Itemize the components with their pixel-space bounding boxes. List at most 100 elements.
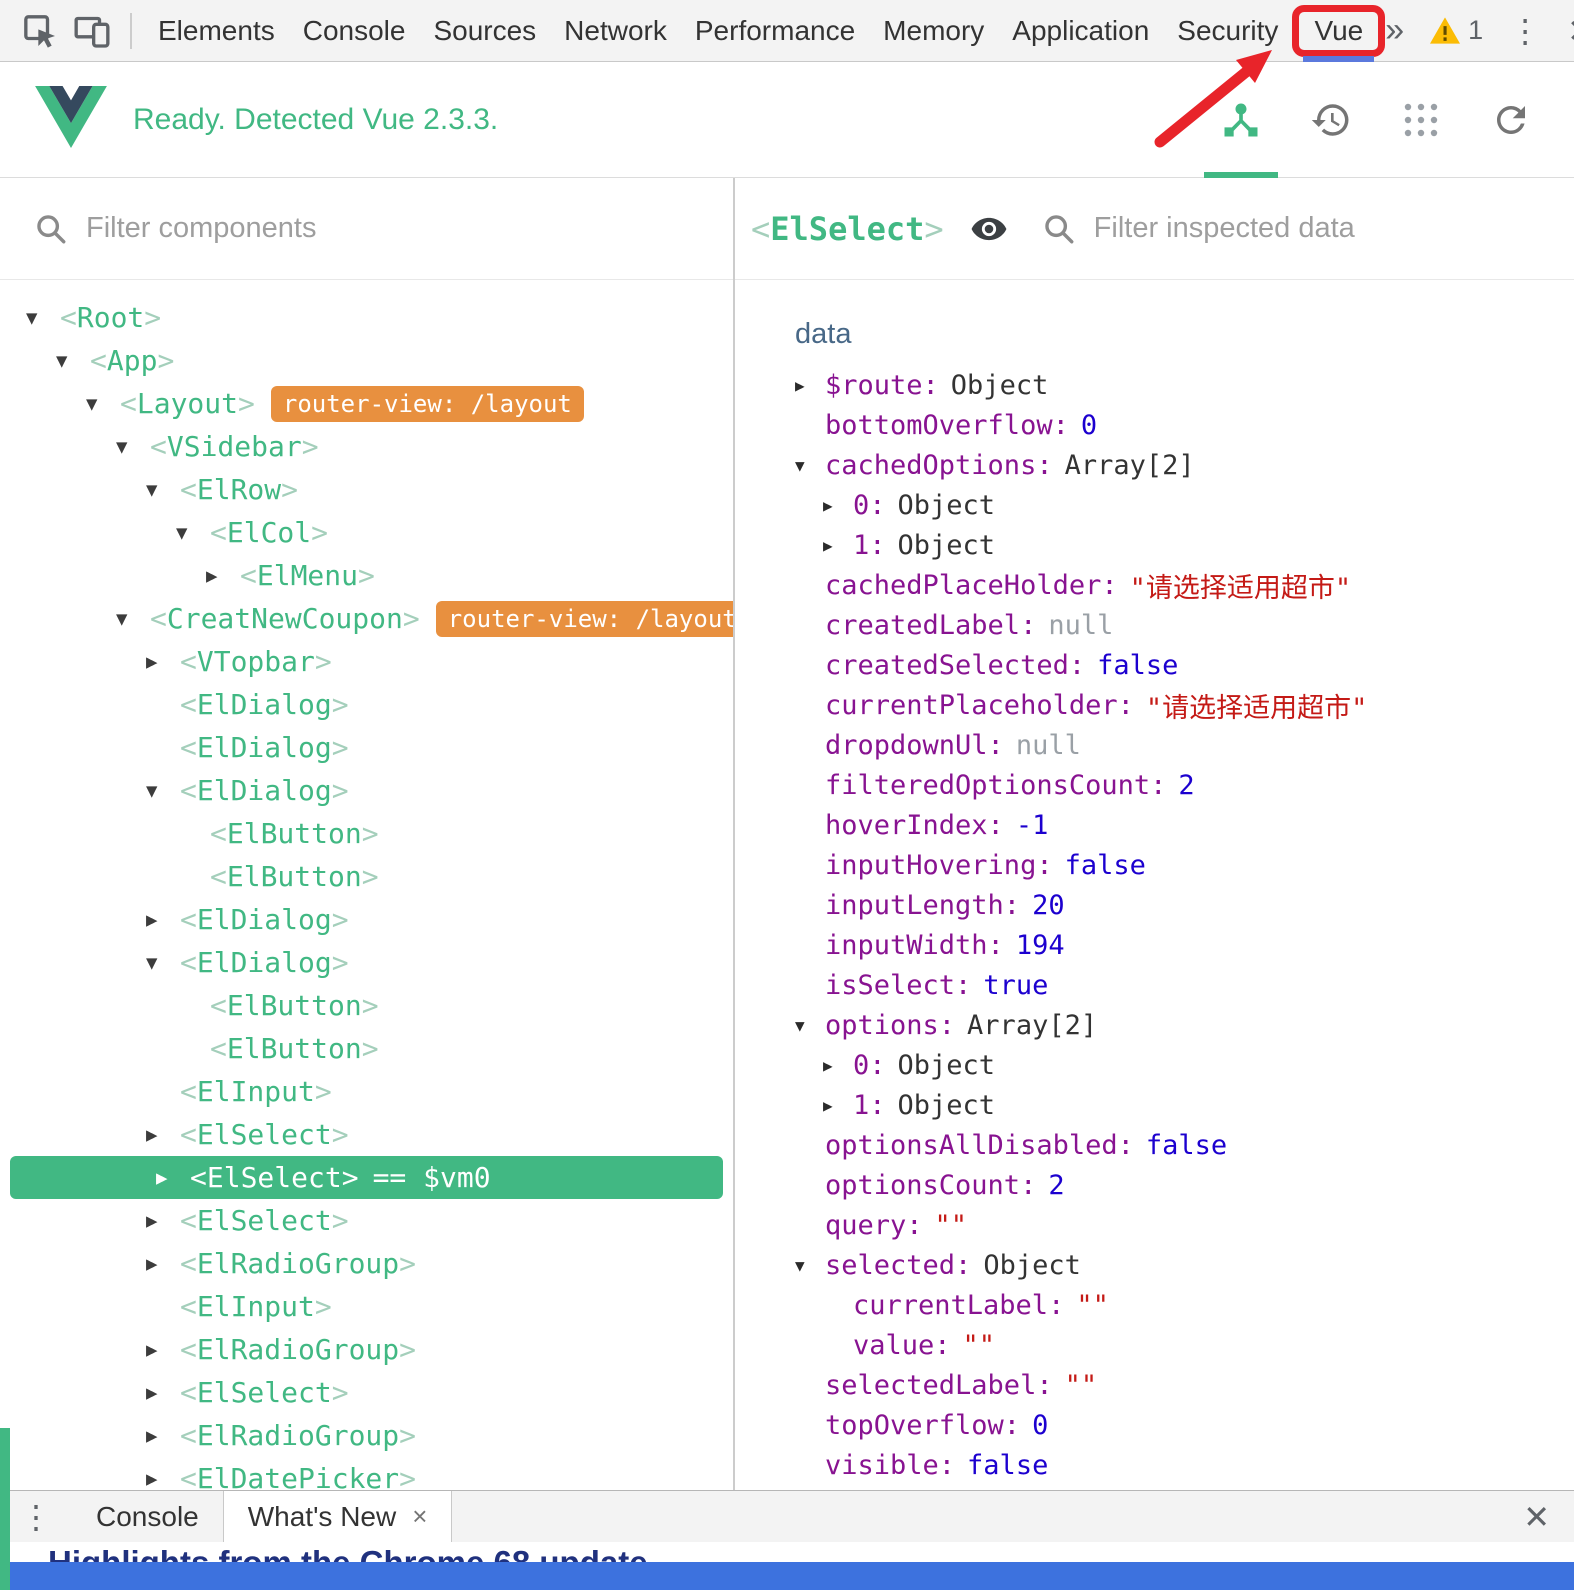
tree-node-eldialog[interactable]: ▶<ElDialog> [0, 898, 733, 941]
components-tab-icon[interactable] [1196, 62, 1286, 177]
tab-vue[interactable]: Vue [1292, 5, 1385, 57]
tree-node-elselect[interactable]: ▶<ElSelect> [0, 1371, 733, 1414]
toggle-arrow-icon[interactable]: ▶ [146, 1210, 180, 1232]
component-tag: <ElDialog> [180, 774, 349, 807]
device-toolbar-icon[interactable] [66, 5, 118, 57]
toggle-arrow-icon[interactable]: ▼ [56, 350, 90, 372]
drawer-menu-icon[interactable]: ⋮ [0, 1491, 72, 1542]
tree-node-elradiogroup[interactable]: ▶<ElRadioGroup> [0, 1242, 733, 1285]
drawer-close-icon[interactable]: ✕ [1499, 1491, 1574, 1542]
toggle-arrow-icon[interactable]: ▶ [146, 909, 180, 931]
tree-node-app[interactable]: ▼<App> [0, 339, 733, 382]
tree-node-elbutton[interactable]: <ElButton> [0, 984, 733, 1027]
tree-node-eldialog[interactable]: ▼<ElDialog> [0, 769, 733, 812]
property-value: 2 [1178, 770, 1194, 801]
toggle-arrow-icon[interactable]: ▼ [146, 952, 180, 974]
data-row[interactable]: ▶0:Object [735, 1045, 1574, 1085]
toggle-arrow-icon[interactable]: ▶ [146, 1425, 180, 1447]
tree-node-eldialog[interactable]: <ElDialog> [0, 683, 733, 726]
data-row[interactable]: ▼selected:Object [735, 1245, 1574, 1285]
tree-node-elinput[interactable]: <ElInput> [0, 1285, 733, 1328]
more-tabs-icon[interactable]: » [1385, 11, 1404, 50]
toggle-arrow-icon[interactable]: ▶ [146, 1382, 180, 1404]
data-row[interactable]: ▶1:Object [735, 1085, 1574, 1125]
component-tag: <ElButton> [210, 860, 379, 893]
toggle-arrow-icon[interactable]: ▼ [146, 479, 180, 501]
refresh-icon[interactable] [1466, 62, 1556, 177]
tree-node-elselect[interactable]: ▶<ElSelect> [0, 1113, 733, 1156]
toggle-arrow-icon[interactable]: ▼ [116, 436, 150, 458]
tab-network[interactable]: Network [550, 15, 681, 47]
property-key: createdSelected: [825, 650, 1085, 681]
toggle-arrow-icon[interactable]: ▼ [176, 522, 210, 544]
events-history-icon[interactable] [1286, 62, 1376, 177]
toggle-arrow-icon[interactable]: ▶ [823, 1096, 853, 1115]
dots-grid-icon[interactable] [1376, 62, 1466, 177]
tree-node-elselect[interactable]: ▶<ElSelect>== $vm0 [10, 1156, 723, 1199]
drawer-tab-whats-new[interactable]: What's New × [223, 1491, 453, 1542]
toggle-arrow-icon[interactable]: ▶ [156, 1167, 190, 1189]
drawer-tab-console[interactable]: Console [72, 1491, 223, 1542]
tree-node-elselect[interactable]: ▶<ElSelect> [0, 1199, 733, 1242]
component-tree-pane: ▼<Root>▼<App>▼<Layout>router-view: /layo… [0, 280, 733, 1490]
tree-node-eldialog[interactable]: ▼<ElDialog> [0, 941, 733, 984]
tree-node-elbutton[interactable]: <ElButton> [0, 812, 733, 855]
tree-node-vtopbar[interactable]: ▶<VTopbar> [0, 640, 733, 683]
toggle-arrow-icon[interactable]: ▶ [795, 376, 825, 395]
toggle-arrow-icon[interactable]: ▶ [146, 651, 180, 673]
data-row[interactable]: ▶$route:Object [735, 365, 1574, 405]
property-key: createdLabel: [825, 610, 1036, 641]
toggle-arrow-icon[interactable]: ▶ [146, 1339, 180, 1361]
property-value: Object [898, 1090, 996, 1121]
tab-console[interactable]: Console [289, 15, 420, 47]
property-key: 0: [853, 490, 886, 521]
toggle-arrow-icon[interactable]: ▼ [795, 456, 825, 475]
toggle-arrow-icon[interactable]: ▼ [795, 1256, 825, 1275]
tab-memory[interactable]: Memory [869, 15, 998, 47]
toggle-arrow-icon[interactable]: ▶ [823, 496, 853, 515]
tree-node-elinput[interactable]: <ElInput> [0, 1070, 733, 1113]
tab-security[interactable]: Security [1163, 15, 1292, 47]
tree-node-layout[interactable]: ▼<Layout>router-view: /layout [0, 382, 733, 425]
tree-node-elradiogroup[interactable]: ▶<ElRadioGroup> [0, 1328, 733, 1371]
devtools-close-icon[interactable]: ✕ [1567, 12, 1574, 50]
tree-node-elcol[interactable]: ▼<ElCol> [0, 511, 733, 554]
inspect-element-icon[interactable] [14, 5, 66, 57]
tree-node-root[interactable]: ▼<Root> [0, 296, 733, 339]
inspect-dom-eye-icon[interactable] [970, 210, 1008, 248]
whats-new-close-icon[interactable]: × [412, 1501, 427, 1532]
tree-node-elrow[interactable]: ▼<ElRow> [0, 468, 733, 511]
toggle-arrow-icon[interactable]: ▶ [146, 1253, 180, 1275]
toggle-arrow-icon[interactable]: ▶ [823, 1056, 853, 1075]
tree-node-elradiogroup[interactable]: ▶<ElRadioGroup> [0, 1414, 733, 1457]
tab-performance[interactable]: Performance [681, 15, 869, 47]
tree-node-creatnewcoupon[interactable]: ▼<CreatNewCoupon>router-view: /layout [0, 597, 733, 640]
toggle-arrow-icon[interactable]: ▼ [86, 393, 120, 415]
filter-inspected-data-input[interactable] [1094, 212, 1514, 245]
data-row[interactable]: ▼options:Array[2] [735, 1005, 1574, 1045]
tree-node-eldatepicker[interactable]: ▶<ElDatePicker> [0, 1457, 733, 1490]
toggle-arrow-icon[interactable]: ▶ [146, 1468, 180, 1490]
toggle-arrow-icon[interactable]: ▼ [146, 780, 180, 802]
toggle-arrow-icon[interactable]: ▶ [206, 565, 240, 587]
toggle-arrow-icon[interactable]: ▼ [795, 1016, 825, 1035]
toggle-arrow-icon[interactable]: ▼ [116, 608, 150, 630]
tab-elements[interactable]: Elements [144, 15, 289, 47]
overflow-menu-icon[interactable]: ⋮ [1509, 12, 1541, 50]
tree-node-elbutton[interactable]: <ElButton> [0, 855, 733, 898]
data-row: topOverflow:0 [735, 1405, 1574, 1445]
tab-application[interactable]: Application [998, 15, 1163, 47]
tree-node-vsidebar[interactable]: ▼<VSidebar> [0, 425, 733, 468]
tree-node-eldialog[interactable]: <ElDialog> [0, 726, 733, 769]
toggle-arrow-icon[interactable]: ▼ [26, 307, 60, 329]
data-row[interactable]: ▼cachedOptions:Array[2] [735, 445, 1574, 485]
filter-components-input[interactable] [86, 212, 506, 245]
data-row[interactable]: ▶1:Object [735, 525, 1574, 565]
tab-sources[interactable]: Sources [419, 15, 550, 47]
tree-node-elmenu[interactable]: ▶<ElMenu> [0, 554, 733, 597]
data-row[interactable]: ▶0:Object [735, 485, 1574, 525]
tree-node-elbutton[interactable]: <ElButton> [0, 1027, 733, 1070]
toggle-arrow-icon[interactable]: ▶ [823, 536, 853, 555]
warning-badge[interactable]: 1 [1430, 15, 1483, 46]
toggle-arrow-icon[interactable]: ▶ [146, 1124, 180, 1146]
